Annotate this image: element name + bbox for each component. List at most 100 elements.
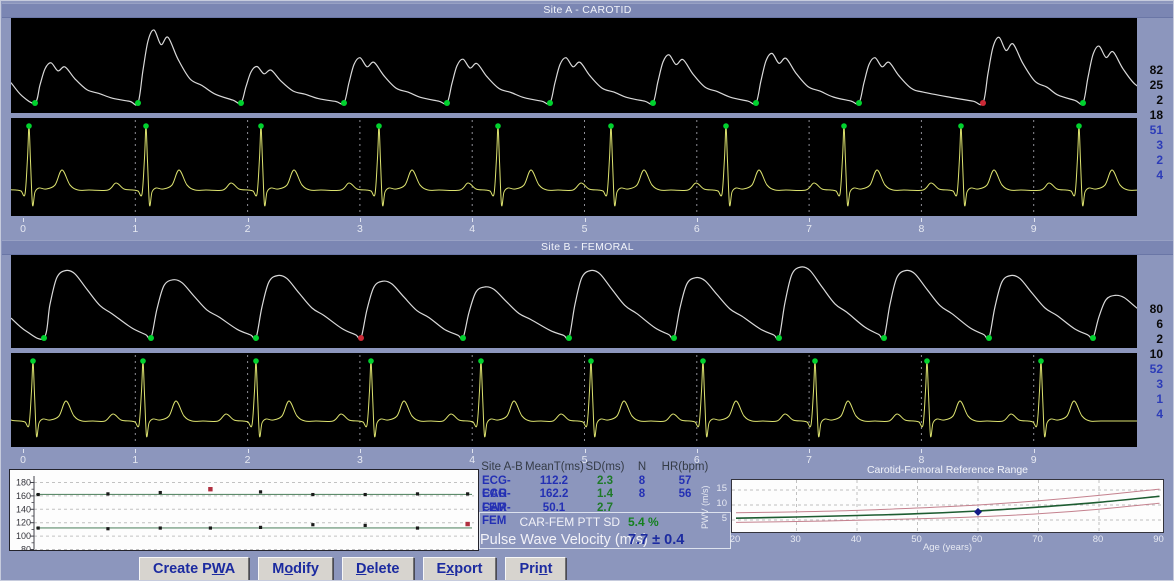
site-b-titlebar: Site B - FEMORAL — [2, 240, 1173, 255]
signal-value: 25 — [1137, 78, 1163, 93]
svg-text:120: 120 — [16, 518, 31, 528]
pwv-summary-box: CAR-FEM PTT SD 5.4 % Pulse Wave Velocity… — [479, 512, 731, 549]
signal-value: 3 — [1137, 377, 1163, 392]
ptt-trend-chart: 180 160 140 120 100 80 — [9, 469, 479, 551]
table-header-cell: MeanT(ms) — [525, 461, 583, 475]
button-delete[interactable]: Delete — [342, 557, 414, 581]
time-tick-label: 4 — [469, 454, 475, 466]
time-tick-label: 2 — [245, 223, 251, 235]
site-a-ecg-panel — [11, 118, 1137, 216]
ref-ytick-label: 5 — [709, 513, 727, 524]
svg-text:140: 140 — [16, 504, 31, 514]
time-tick — [360, 449, 361, 453]
ref-ytick-label: 15 — [709, 483, 727, 494]
time-tick — [1034, 449, 1035, 453]
time-tick-label: 3 — [357, 454, 363, 466]
signal-value: 1 — [1137, 392, 1163, 407]
table-header-row: Site A-BMeanT(ms)SD(ms)NHR(bpm) — [479, 461, 719, 475]
time-tick-label: 4 — [469, 223, 475, 235]
button-create-pwa[interactable]: Create PWA — [139, 557, 249, 581]
time-tick-label: 3 — [357, 223, 363, 235]
ref-xtick-label: 80 — [1087, 534, 1109, 545]
time-tick — [23, 449, 24, 453]
ref-xtick-label: 90 — [1148, 534, 1170, 545]
table-row: ECG-FEM162.21.4856 — [479, 488, 719, 502]
button-print[interactable]: Print — [505, 557, 566, 581]
site-b-pulse-panel — [11, 255, 1137, 348]
site-a-pulse-panel — [11, 18, 1137, 113]
time-tick — [921, 449, 922, 453]
time-tick-label: 9 — [1031, 223, 1037, 235]
pwv-value: 7.7 ± 0.4 — [628, 532, 730, 548]
ref-xtick-label: 70 — [1027, 534, 1049, 545]
time-tick — [585, 449, 586, 453]
time-tick — [135, 449, 136, 453]
reference-range-title: Carotid-Femoral Reference Range — [731, 464, 1164, 476]
site-a-titlebar: Site A - CAROTID — [2, 3, 1173, 18]
time-tick-label: 7 — [806, 223, 812, 235]
time-tick-label: 0 — [20, 223, 26, 235]
time-tick-label: 0 — [20, 454, 26, 466]
time-tick — [248, 218, 249, 222]
time-tick-label: 1 — [132, 454, 138, 466]
pwv-analysis-window: Site A - CAROTID 0123456789 822521851324… — [0, 0, 1174, 581]
ref-xtick-label: 30 — [785, 534, 807, 545]
timing-results-table: Site A-BMeanT(ms)SD(ms)NHR(bpm)ECG-CAR11… — [479, 461, 719, 515]
ref-ytick-label: 10 — [709, 498, 727, 509]
signal-value: 6 — [1137, 317, 1163, 332]
ref-xtick-label: 60 — [966, 534, 988, 545]
time-tick — [472, 218, 473, 222]
signal-value: 51 — [1137, 123, 1163, 138]
site-b-title: Site B - FEMORAL — [541, 241, 634, 253]
svg-text:80: 80 — [21, 545, 31, 551]
signal-value: 2 — [1137, 93, 1163, 108]
time-tick — [585, 218, 586, 222]
button-modify[interactable]: Modify — [258, 557, 333, 581]
signal-value: 4 — [1137, 168, 1163, 183]
signal-value: 3 — [1137, 138, 1163, 153]
table-header-cell: HR(bpm) — [657, 461, 713, 475]
svg-text:180: 180 — [16, 478, 31, 488]
time-tick — [697, 218, 698, 222]
pwv-row: Pulse Wave Velocity (m/s) 7.7 ± 0.4 — [480, 530, 730, 549]
table-header-cell: SD(ms) — [583, 461, 627, 475]
time-tick-label: 8 — [918, 223, 924, 235]
signal-value: 80 — [1137, 302, 1163, 317]
signal-value: 18 — [1137, 108, 1163, 123]
table-row: ECG-CAR112.22.3857 — [479, 475, 719, 489]
time-tick — [23, 218, 24, 222]
action-button-row: Create PWA Modify Delete Export Print — [139, 557, 566, 581]
site-b-signal-values: 80621052314 — [1137, 302, 1163, 422]
table-header-cell: N — [627, 461, 657, 475]
time-tick — [472, 449, 473, 453]
reference-range-chart — [731, 479, 1164, 533]
site-a-time-axis: 0 1 2 3 4 5 6 7 8 9 — [11, 217, 1137, 239]
time-tick-label: 2 — [245, 454, 251, 466]
signal-value: 2 — [1137, 332, 1163, 347]
table-header-cell: Site A-B — [479, 461, 525, 475]
time-tick-label: 6 — [694, 223, 700, 235]
time-tick-label: 1 — [132, 223, 138, 235]
svg-text:160: 160 — [16, 491, 31, 501]
ptt-sd-label: CAR-FEM PTT SD — [480, 515, 628, 529]
time-tick — [360, 218, 361, 222]
ptt-sd-row: CAR-FEM PTT SD 5.4 % — [480, 514, 730, 530]
button-export[interactable]: Export — [423, 557, 497, 581]
time-tick — [809, 218, 810, 222]
site-a-title: Site A - CAROTID — [543, 4, 631, 16]
signal-value: 52 — [1137, 362, 1163, 377]
ref-xtick-label: 20 — [724, 534, 746, 545]
signal-value: 4 — [1137, 407, 1163, 422]
time-tick — [248, 449, 249, 453]
ref-xtick-label: 40 — [845, 534, 867, 545]
signal-value: 2 — [1137, 153, 1163, 168]
signal-value: 10 — [1137, 347, 1163, 362]
time-tick — [135, 218, 136, 222]
time-tick-label: 5 — [582, 223, 588, 235]
time-tick — [697, 449, 698, 453]
svg-text:100: 100 — [16, 531, 31, 541]
ref-xtick-label: 50 — [906, 534, 928, 545]
site-b-ecg-panel — [11, 353, 1137, 447]
pwv-label: Pulse Wave Velocity (m/s) — [480, 532, 628, 548]
signal-value: 82 — [1137, 63, 1163, 78]
